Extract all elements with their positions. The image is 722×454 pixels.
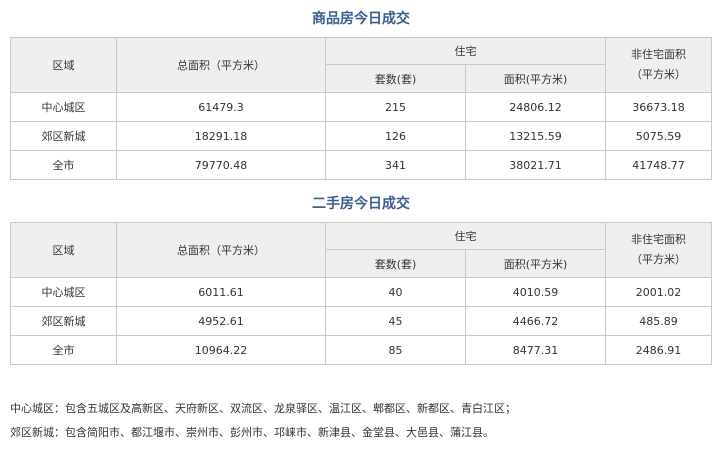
cell-total-area: 61479.3 (116, 92, 326, 122)
cell-non-res-area: 485.89 (605, 306, 712, 336)
cell-res-area: 13215.59 (465, 121, 606, 151)
header-total-area: 总面积（平方米） (116, 222, 326, 278)
cell-region: 全市 (10, 150, 117, 180)
cell-total-area: 79770.48 (116, 150, 326, 180)
header-units: 套数(套) (325, 64, 466, 93)
cell-units: 40 (325, 277, 466, 307)
second-hand-table: 区域 总面积（平方米） 住宅 非住宅面积 （平方米） 套数(套) 面积(平方米)… (10, 222, 712, 365)
table-row: 中心城区 61479.3 215 24806.12 36673.18 (10, 92, 712, 122)
header-residential: 住宅 (325, 222, 606, 250)
cell-res-area: 4466.72 (465, 306, 606, 336)
cell-non-res-area: 5075.59 (605, 121, 712, 151)
cell-total-area: 4952.61 (116, 306, 326, 336)
cell-non-res-area: 2486.91 (605, 335, 712, 365)
notes: 中心城区：包含五城区及高新区、天府新区、双流区、龙泉驿区、温江区、郫都区、新都区… (10, 397, 516, 445)
cell-res-area: 8477.31 (465, 335, 606, 365)
cell-units: 215 (325, 92, 466, 122)
note-center-district: 中心城区：包含五城区及高新区、天府新区、双流区、龙泉驿区、温江区、郫都区、新都区… (10, 402, 516, 415)
header-res-area: 面积(平方米) (465, 249, 606, 278)
cell-units: 85 (325, 335, 466, 365)
cell-total-area: 6011.61 (116, 277, 326, 307)
header-units: 套数(套) (325, 249, 466, 278)
table-row: 郊区新城 18291.18 126 13215.59 5075.59 (10, 121, 712, 151)
header-residential: 住宅 (325, 37, 606, 65)
cell-region: 中心城区 (10, 277, 117, 307)
header-non-residential-area: 非住宅面积 （平方米） (605, 37, 712, 93)
cell-total-area: 10964.22 (116, 335, 326, 365)
cell-res-area: 38021.71 (465, 150, 606, 180)
header-region: 区域 (10, 222, 117, 278)
cell-non-res-area: 2001.02 (605, 277, 712, 307)
second-hand-title: 二手房今日成交 (312, 196, 410, 212)
cell-non-res-area: 36673.18 (605, 92, 712, 122)
cell-region: 中心城区 (10, 92, 117, 122)
table-row: 中心城区 6011.61 40 4010.59 2001.02 (10, 277, 712, 307)
cell-res-area: 24806.12 (465, 92, 606, 122)
cell-total-area: 18291.18 (116, 121, 326, 151)
table-row: 全市 10964.22 85 8477.31 2486.91 (10, 335, 712, 365)
header-res-area: 面积(平方米) (465, 64, 606, 93)
cell-units: 45 (325, 306, 466, 336)
header-non-res-line2: （平方米） (631, 68, 686, 81)
cell-non-res-area: 41748.77 (605, 150, 712, 180)
note-suburban-new-town: 郊区新城：包含简阳市、都江堰市、崇州市、彭州市、邛崃市、新津县、金堂县、大邑县、… (10, 426, 494, 439)
header-non-res-line2: （平方米） (631, 253, 686, 266)
cell-region: 郊区新城 (10, 306, 117, 336)
table-row: 全市 79770.48 341 38021.71 41748.77 (10, 150, 712, 180)
header-non-res-line1: 非住宅面积 (631, 48, 686, 61)
new-house-table: 区域 总面积（平方米） 住宅 非住宅面积 （平方米） 套数(套) 面积(平方米)… (10, 37, 712, 180)
cell-units: 341 (325, 150, 466, 180)
new-house-title: 商品房今日成交 (312, 11, 410, 27)
cell-region: 郊区新城 (10, 121, 117, 151)
cell-res-area: 4010.59 (465, 277, 606, 307)
cell-region: 全市 (10, 335, 117, 365)
cell-units: 126 (325, 121, 466, 151)
table-row: 郊区新城 4952.61 45 4466.72 485.89 (10, 306, 712, 336)
header-non-res-line1: 非住宅面积 (631, 233, 686, 246)
header-region: 区域 (10, 37, 117, 93)
header-non-residential-area: 非住宅面积 （平方米） (605, 222, 712, 278)
header-total-area: 总面积（平方米） (116, 37, 326, 93)
